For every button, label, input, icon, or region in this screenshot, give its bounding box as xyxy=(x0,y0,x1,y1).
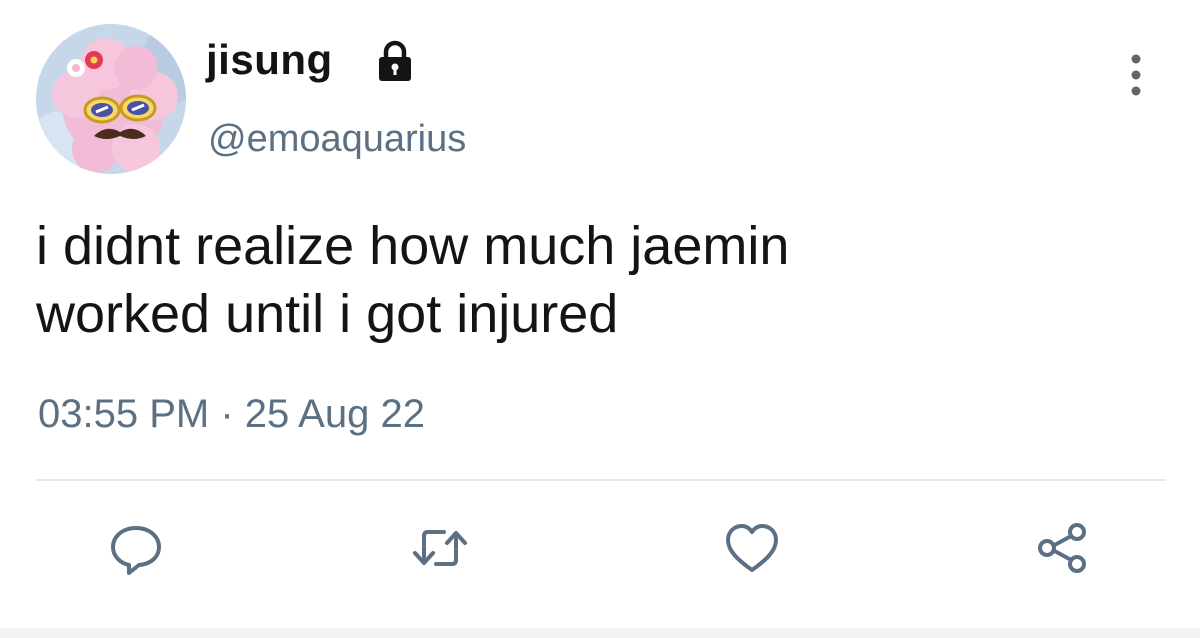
more-options-icon[interactable] xyxy=(1124,50,1148,100)
share-button[interactable] xyxy=(1032,518,1092,578)
heart-icon xyxy=(726,524,778,572)
bottom-edge xyxy=(0,628,1200,638)
tweet-text: i didnt realize how much jaemin worked u… xyxy=(36,212,1136,348)
tweet-card: jisung @emoaquarius i didnt realize how … xyxy=(0,0,1200,638)
lock-icon xyxy=(377,40,413,82)
avatar[interactable] xyxy=(36,24,186,174)
tweet-timestamp[interactable]: 03:55 PM · 25 Aug 22 xyxy=(38,392,425,437)
retweet-arrows-icon xyxy=(413,530,467,566)
speech-bubble-icon xyxy=(111,526,161,575)
retweet-button[interactable] xyxy=(410,518,470,578)
like-button[interactable] xyxy=(722,518,782,578)
reply-button[interactable] xyxy=(106,518,166,578)
avatar-image xyxy=(36,24,186,174)
tweet-text-line: i didnt realize how much jaemin xyxy=(36,216,790,276)
share-nodes-icon xyxy=(1038,523,1086,573)
divider xyxy=(36,479,1166,481)
display-name[interactable]: jisung xyxy=(206,36,333,84)
tweet-text-line: worked until i got injured xyxy=(36,284,619,344)
user-handle[interactable]: @emoaquarius xyxy=(208,118,466,161)
